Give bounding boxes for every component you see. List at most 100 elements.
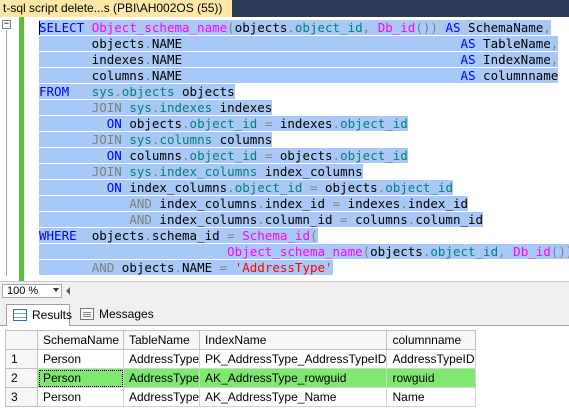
code-token: .: [174, 260, 183, 275]
row-number[interactable]: 2: [5, 368, 38, 388]
code-line[interactable]: AND index_columns.column_id = columns.co…: [39, 212, 484, 228]
code-token: .: [144, 228, 152, 243]
code-token: Db_id: [513, 244, 551, 259]
tab-results[interactable]: Results: [6, 304, 72, 326]
code-line[interactable]: ON objects.object_id = indexes.object_id: [39, 116, 408, 132]
code-token: indexes: [159, 100, 213, 115]
results-grid[interactable]: SchemaName TableName IndexName columnnam…: [0, 326, 569, 414]
selected-text: AND objects.NAME = 'AddressType': [39, 260, 333, 275]
table-row[interactable]: 3 Person AddressType AK_AddressType_Name…: [5, 387, 476, 407]
tab-messages[interactable]: Messages: [74, 304, 154, 326]
selected-text: FROM sys.objects objects: [39, 84, 235, 99]
code-token: object_id: [294, 20, 363, 35]
code-line[interactable]: ON index_columns.object_id = objects.obj…: [39, 180, 453, 196]
code-token: index_columns: [121, 180, 228, 195]
table-cell[interactable]: AK_AddressType_rowguid: [199, 368, 388, 388]
selected-text: columns.NAME AS columnname: [39, 68, 559, 83]
table-cell[interactable]: AK_AddressType_Name: [199, 387, 388, 407]
code-token: =: [227, 228, 235, 243]
code-token: column_id: [264, 212, 333, 227]
code-token: sys: [91, 84, 115, 99]
table-row-selected[interactable]: 2 Person AddressType AK_AddressType_rowg…: [5, 368, 476, 388]
column-header[interactable]: IndexName: [199, 330, 388, 350]
code-token: ,: [498, 244, 514, 259]
code-token: =: [340, 212, 348, 227]
selected-text: indexes.NAME AS IndexName,: [39, 52, 559, 67]
document-tab-strip: t-sql script delete...s (PBI\AH002OS (55…: [0, 0, 569, 17]
code-line[interactable]: FROM sys.objects objects: [39, 84, 235, 100]
selected-text: objects.NAME AS TableName,: [39, 36, 559, 51]
row-number[interactable]: 3: [5, 387, 38, 407]
table-cell[interactable]: Person: [37, 387, 124, 407]
code-line[interactable]: WHERE objects.schema_id = Schema_id(: [39, 228, 318, 244]
code-token: objects: [121, 116, 183, 131]
code-token: =: [332, 196, 341, 211]
table-cell[interactable]: Person: [37, 349, 124, 369]
table-cell[interactable]: AddressTypeID: [386, 349, 476, 369]
code-token: object_id: [189, 116, 258, 131]
table-cell[interactable]: Name: [386, 387, 476, 407]
column-header[interactable]: columnname: [386, 330, 476, 350]
code-token: objects: [39, 36, 145, 51]
zoom-dropdown[interactable]: 100 %: [2, 284, 62, 298]
code-line[interactable]: JOIN sys.indexes indexes: [39, 100, 273, 116]
column-header[interactable]: TableName: [122, 330, 201, 350]
code-token: AND: [129, 212, 152, 227]
code-line[interactable]: JOIN sys.index_columns index_columns: [39, 164, 363, 180]
scroll-left-icon[interactable]: [66, 287, 70, 295]
code-token: object_id: [340, 148, 408, 163]
code-line[interactable]: objects.NAME AS TableName,: [39, 36, 559, 52]
row-number[interactable]: 1: [5, 349, 38, 369]
code-token: sys: [129, 164, 152, 179]
code-token: index_id: [407, 196, 469, 211]
document-tab[interactable]: t-sql script delete...s (PBI\AH002OS (55…: [0, 0, 232, 17]
code-token: columnname: [475, 68, 559, 83]
code-token: IndexName: [475, 52, 551, 67]
grid-corner[interactable]: [5, 330, 38, 350]
code-token: object_id: [430, 244, 499, 259]
query-editor[interactable]: − SELECT Object_schema_name(objects.obje…: [0, 17, 569, 281]
table-cell[interactable]: PK_AddressType_AddressTypeID: [199, 349, 388, 369]
table-cell[interactable]: AddressType: [122, 387, 201, 407]
code-line[interactable]: Object_schema_name(objects.object_id, Db…: [39, 244, 569, 260]
code-token: objects: [121, 84, 175, 99]
table-cell[interactable]: Person: [37, 368, 124, 388]
column-header[interactable]: SchemaName: [37, 330, 124, 350]
code-line[interactable]: indexes.NAME AS IndexName,: [39, 52, 559, 68]
code-token: AS: [460, 52, 476, 67]
code-token: indexes: [272, 116, 333, 131]
zoom-value: 100 %: [7, 285, 39, 297]
code-token: columns: [39, 68, 145, 83]
table-row[interactable]: 1 Person AddressType PK_AddressType_Addr…: [5, 349, 476, 369]
code-token: NAME: [151, 36, 461, 51]
selected-text: JOIN sys.index_columns index_columns: [39, 164, 363, 179]
table-cell[interactable]: rowguid: [386, 368, 476, 388]
table-cell[interactable]: AddressType: [122, 368, 201, 388]
code-line[interactable]: JOIN sys.columns columns: [39, 132, 273, 148]
chevron-down-icon: [53, 288, 59, 292]
code-token: AS: [445, 20, 461, 35]
code-line[interactable]: SELECT Object_schema_name(objects.object…: [39, 20, 551, 36]
code-token: columns: [212, 132, 273, 147]
code-token: .: [332, 116, 341, 131]
code-token: objects: [234, 20, 288, 35]
table-cell[interactable]: AddressType: [122, 349, 201, 369]
code-token: sys: [129, 132, 152, 147]
code-line[interactable]: AND index_columns.index_id = indexes.ind…: [39, 196, 469, 212]
code-line[interactable]: AND objects.NAME = 'AddressType': [39, 260, 333, 276]
selected-text: ON index_columns.object_id = objects.obj…: [39, 180, 453, 195]
code-line[interactable]: columns.NAME AS columnname: [39, 68, 559, 84]
code-token: objects: [317, 180, 378, 195]
code-token: JOIN: [91, 100, 122, 115]
collapse-outline-icon[interactable]: −: [2, 20, 11, 29]
code-line[interactable]: ON columns.object_id = objects.object_id: [39, 148, 408, 164]
code-token: ,: [550, 52, 559, 67]
outline-guide: [6, 30, 7, 276]
